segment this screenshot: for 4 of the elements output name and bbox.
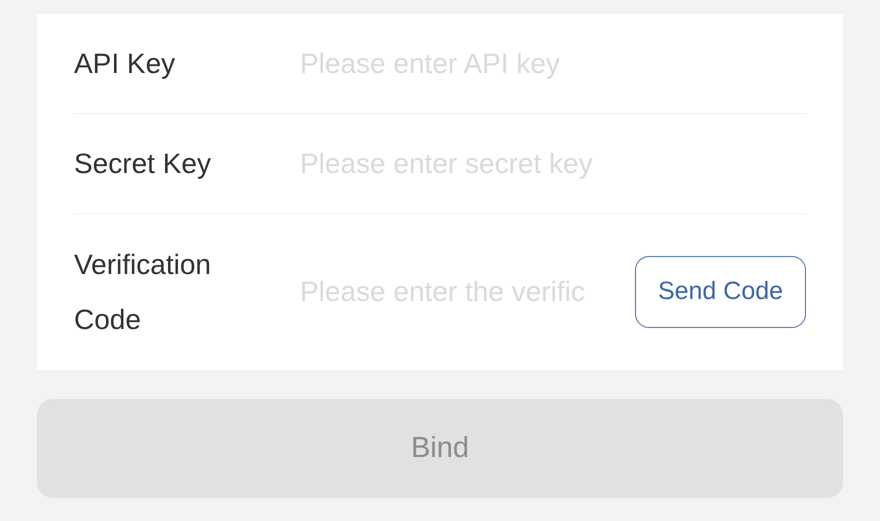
field-label: API Key — [74, 47, 176, 81]
field-label: Verification Code — [74, 248, 212, 337]
field-label: Secret Key — [74, 147, 212, 181]
send-code-button[interactable]: Send Code — [635, 256, 806, 328]
